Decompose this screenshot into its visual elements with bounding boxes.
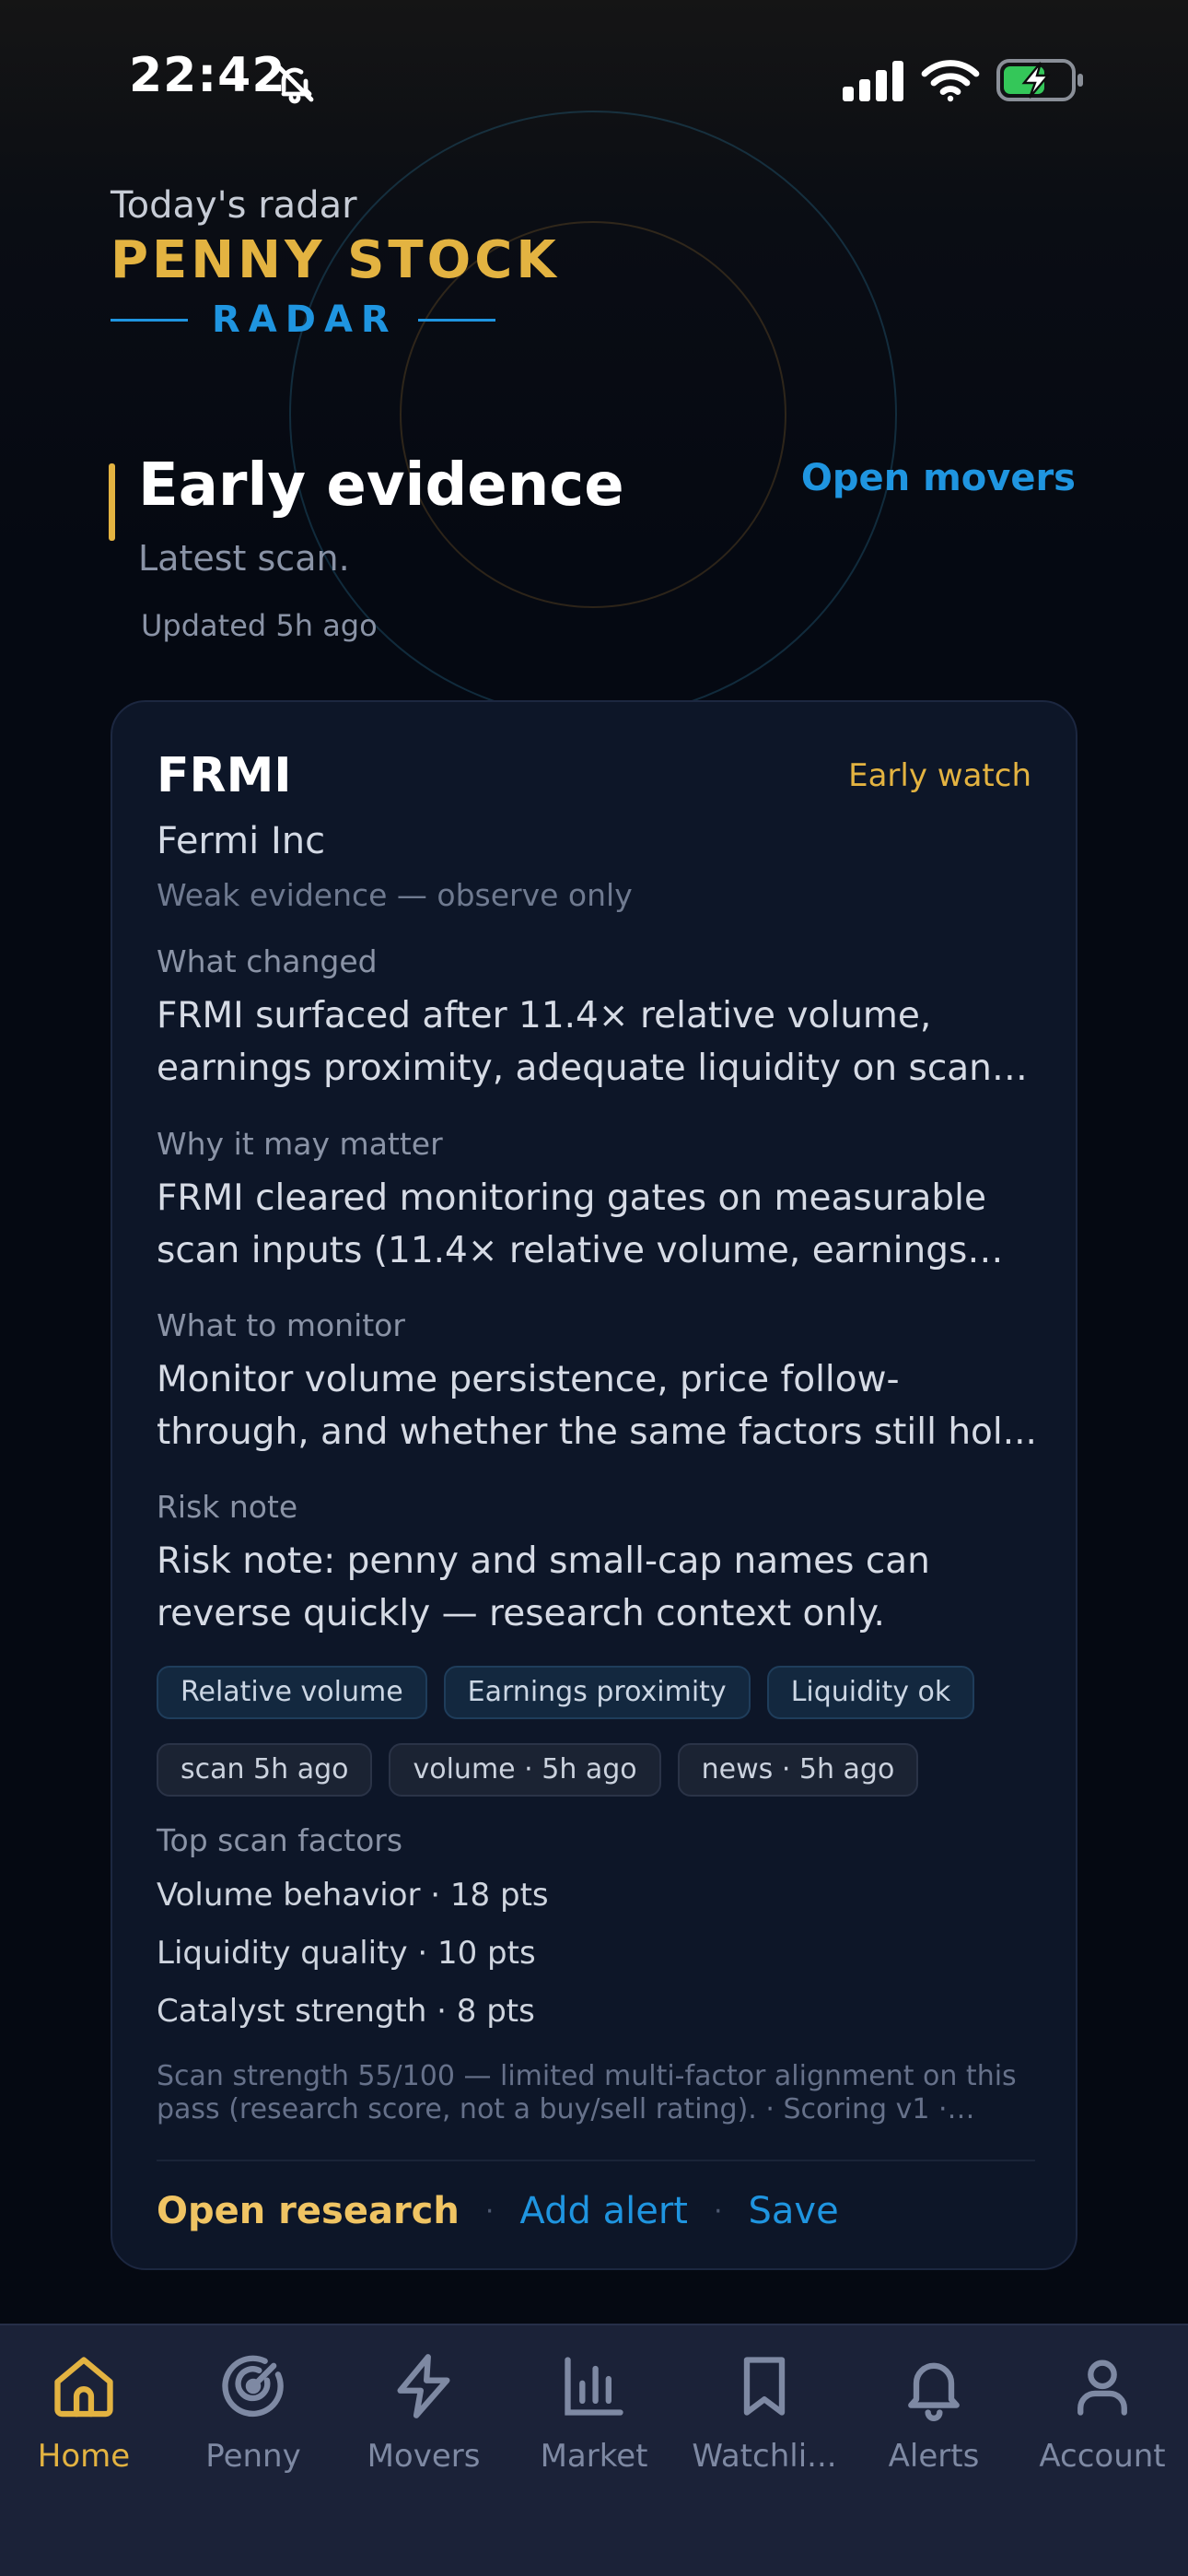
radar-icon <box>222 2355 284 2418</box>
tab-label: Penny <box>205 2438 301 2475</box>
tab-home[interactable]: Home <box>1 2351 167 2489</box>
tab-alerts[interactable]: Alerts <box>851 2351 1017 2489</box>
tab-watchlist[interactable]: Watchli... <box>681 2351 847 2489</box>
cellular-signal-icon <box>843 61 903 101</box>
bar-chart-icon <box>565 2357 623 2416</box>
header-kicker: Today's radar <box>111 184 357 227</box>
brand-subtitle: RADAR <box>212 299 398 341</box>
brand-line-right <box>417 318 495 322</box>
tab-label: Alerts <box>888 2438 980 2475</box>
home-icon <box>54 2357 113 2418</box>
action-separator: · <box>713 2195 723 2228</box>
top-factors-label: Top scan factors <box>157 1822 403 1858</box>
section-subtitle: Latest scan. <box>138 538 350 579</box>
risk-note-text: Risk note: penny and small-cap names can… <box>157 1540 930 1634</box>
app-screen: 22:42 Today's radar PENNY STOCK RADAR Ea… <box>0 0 1188 2576</box>
tab-penny[interactable]: Penny <box>170 2351 336 2489</box>
tab-label: Home <box>37 2438 131 2475</box>
what-monitor-label: What to monitor <box>157 1307 405 1343</box>
section-title: Early evidence <box>138 451 624 520</box>
wifi-icon <box>921 60 980 102</box>
chip-relative-volume: Relative volume <box>157 1666 427 1719</box>
chip-scan-age: scan 5h ago <box>157 1743 373 1797</box>
evidence-level: Weak evidence — observe only <box>157 877 633 913</box>
brand-line-left <box>111 318 188 322</box>
chip-volume-age: volume · 5h ago <box>389 1743 661 1797</box>
bell-icon <box>908 2362 960 2421</box>
what-changed-text: FRMI surfaced after 11.4× relative volum… <box>157 995 992 1089</box>
why-matter-text: FRMI cleared monitoring gates on measura… <box>157 1177 986 1271</box>
bookmark-icon <box>743 2357 786 2416</box>
section-updated-time: Updated 5h ago <box>141 608 378 643</box>
card-divider <box>157 2160 1035 2161</box>
person-icon <box>1077 2359 1127 2416</box>
status-time: 22:42 <box>129 48 286 103</box>
chip-earnings-proximity: Earnings proximity <box>443 1666 751 1719</box>
stage-badge: Early watch <box>848 757 1031 794</box>
brand-subtitle-row: RADAR <box>111 295 495 345</box>
chip-liquidity-ok: Liquidity ok <box>766 1666 975 1719</box>
freshness-chips: scan 5h ago volume · 5h ago news · 5h ag… <box>157 1743 1041 1797</box>
chip-news-age: news · 5h ago <box>677 1743 919 1797</box>
tab-label: Movers <box>367 2438 481 2475</box>
company-name: Fermi Inc <box>157 820 326 862</box>
why-matter-label: Why it may matter <box>157 1126 443 1162</box>
factor-item: Volume behavior · 18 pts <box>157 1877 549 1914</box>
tab-bar: Home Penny Movers Market Watchli... Aler… <box>0 2324 1188 2576</box>
lightning-icon <box>397 2354 450 2418</box>
status-bar: 22:42 <box>0 0 1188 161</box>
tab-label: Account <box>1039 2438 1166 2475</box>
section-accent-bar <box>109 463 115 541</box>
factor-chips: Relative volume Earnings proximity Liqui… <box>157 1666 1041 1719</box>
save-button[interactable]: Save <box>749 2190 839 2232</box>
tab-account[interactable]: Account <box>1019 2351 1185 2489</box>
open-research-button[interactable]: Open research <box>157 2190 460 2232</box>
what-changed-label: What changed <box>157 943 378 979</box>
ticker-symbol: FRMI <box>157 748 292 803</box>
battery-charging-icon <box>996 59 1083 101</box>
stock-card[interactable]: FRMI Early watch Fermi Inc Weak evidence… <box>111 700 1077 2270</box>
tab-label: Market <box>540 2438 648 2475</box>
brand-title: PENNY STOCK <box>111 230 560 290</box>
action-separator: · <box>484 2195 495 2228</box>
radar-ring-outer <box>289 111 897 719</box>
add-alert-button[interactable]: Add alert <box>519 2190 688 2232</box>
bell-off-icon <box>275 64 314 104</box>
tab-movers[interactable]: Movers <box>341 2351 507 2489</box>
what-monitor-text: Monitor volume persistence, price follow… <box>157 1359 1037 1453</box>
open-movers-link[interactable]: Open movers <box>801 457 1076 499</box>
tab-label: Watchli... <box>692 2438 837 2475</box>
score-disclaimer: Scan strength 55/100 — limited multi-fac… <box>157 2060 1017 2125</box>
factor-item: Catalyst strength · 8 pts <box>157 1993 535 2030</box>
risk-note-label: Risk note <box>157 1489 298 1525</box>
factor-item: Liquidity quality · 10 pts <box>157 1935 536 1972</box>
tab-market[interactable]: Market <box>511 2351 677 2489</box>
card-actions: Open research · Add alert · Save <box>157 2184 839 2239</box>
